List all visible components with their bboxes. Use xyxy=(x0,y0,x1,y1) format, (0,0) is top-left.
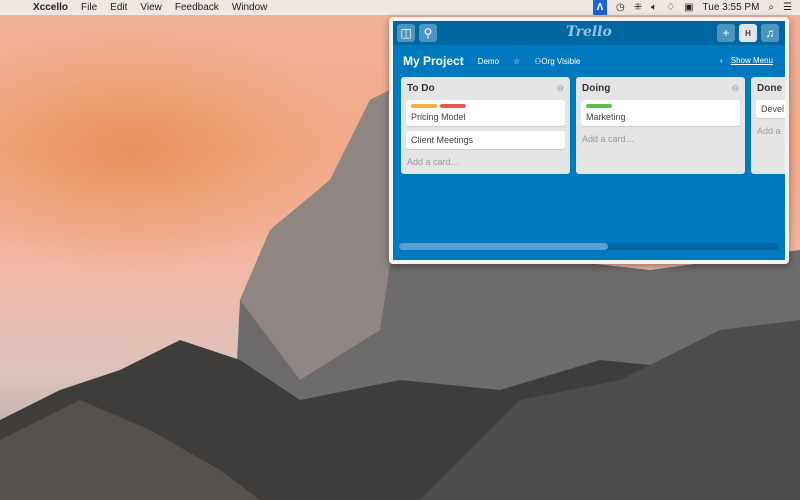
lists-container: To Do ⊖ Pricing Model Client Meetings Add a … xyxy=(401,77,785,174)
bluetooth-icon[interactable]: ⁜ xyxy=(634,2,642,13)
card-label xyxy=(440,104,466,108)
card-title: Devel xyxy=(761,104,785,114)
show-menu-button[interactable]: ‹ Show Menu xyxy=(720,56,773,65)
menu-view[interactable]: View xyxy=(140,2,162,13)
menu-app-name[interactable]: Xccello xyxy=(33,2,68,13)
board-visibility[interactable]: Org Visible xyxy=(541,57,580,66)
menu-feedback[interactable]: Feedback xyxy=(175,2,219,13)
xccello-status-icon[interactable]: Λ xyxy=(592,0,607,15)
menu-edit[interactable]: Edit xyxy=(110,2,127,13)
card-title: Client Meetings xyxy=(411,135,474,145)
list-title[interactable]: Doing xyxy=(582,83,610,94)
card-label xyxy=(586,104,612,108)
visibility-icon: ⚇ xyxy=(534,56,542,66)
trello-logo: Trello xyxy=(566,24,612,40)
horizontal-scrollbar[interactable] xyxy=(399,243,779,250)
notifications-bell-icon[interactable]: ♫ xyxy=(761,24,779,42)
card[interactable]: Client Meetings xyxy=(406,131,565,149)
menu-file[interactable]: File xyxy=(81,2,97,13)
card[interactable]: Marketing xyxy=(581,100,740,126)
list: Doing ⊖ Marketing Add a card… xyxy=(576,77,745,174)
wifi-icon[interactable]: ♢ xyxy=(666,2,675,13)
scrollbar-thumb[interactable] xyxy=(399,243,608,250)
card[interactable]: Pricing Model xyxy=(406,100,565,126)
card-label xyxy=(411,104,437,108)
add-card-button[interactable]: Add a card… xyxy=(406,154,565,170)
board-title[interactable]: My Project xyxy=(403,54,464,68)
boards-button[interactable]: ◫ xyxy=(397,24,415,42)
list-menu-icon[interactable]: ⊖ xyxy=(556,83,564,94)
show-menu-label: Show Menu xyxy=(730,56,773,65)
add-button[interactable]: + xyxy=(717,24,735,42)
list-title[interactable]: To Do xyxy=(407,83,435,94)
trello-header: ◫ ⚲ Trello + H ♫ xyxy=(393,21,785,45)
time-machine-icon[interactable]: ◷ xyxy=(616,2,625,13)
list: Done Devel Add a xyxy=(751,77,785,174)
notification-center-icon[interactable]: ☰ xyxy=(783,2,792,13)
card-title: Pricing Model xyxy=(411,112,466,122)
clock[interactable]: Tue 3:55 PM xyxy=(703,2,760,13)
trello-popover: ◫ ⚲ Trello + H ♫ My Project Demo ☆ ⚇ Org… xyxy=(389,17,789,264)
list: To Do ⊖ Pricing Model Client Meetings Add a … xyxy=(401,77,570,174)
spotlight-icon[interactable]: ⌕ xyxy=(768,2,774,13)
list-title[interactable]: Done xyxy=(757,83,782,94)
board-team[interactable]: Demo xyxy=(478,57,499,66)
display-icon[interactable]: ▣ xyxy=(684,2,693,13)
chevron-left-icon: ‹ xyxy=(720,56,723,65)
search-button[interactable]: ⚲ xyxy=(419,24,437,42)
card[interactable]: Devel xyxy=(756,100,785,118)
menu-window[interactable]: Window xyxy=(232,2,268,13)
avatar[interactable]: H xyxy=(739,24,757,42)
star-icon[interactable]: ☆ xyxy=(513,57,520,66)
menu-bar: Xccello File Edit View Feedback Window Λ… xyxy=(0,0,800,15)
add-card-button[interactable]: Add a xyxy=(756,123,785,139)
card-title: Marketing xyxy=(586,112,626,122)
list-menu-icon[interactable]: ⊖ xyxy=(731,83,739,94)
volume-icon[interactable]: 🔈︎ xyxy=(651,2,657,13)
add-card-button[interactable]: Add a card… xyxy=(581,131,740,147)
